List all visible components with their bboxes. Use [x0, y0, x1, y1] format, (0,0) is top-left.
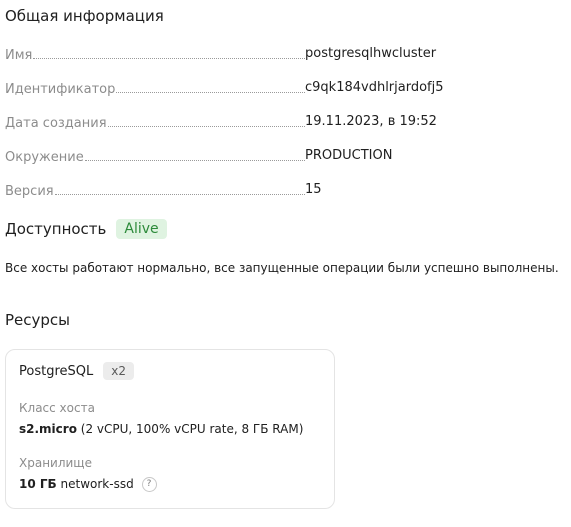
question-icon[interactable]: ? — [141, 477, 157, 492]
host-class-value: s2.micro (2 vCPU, 100% vCPU rate, 8 ГБ R… — [19, 422, 321, 436]
info-row-created: Дата создания — [5, 113, 305, 131]
cluster-overview-page: Общая информация Имя postgresqlhwcluster… — [0, 0, 571, 527]
version-value: 15 — [305, 182, 322, 197]
db-name: PostgreSQL — [19, 363, 94, 379]
storage-block: Хранилище 10 ГБ network-ssd ? — [19, 456, 321, 492]
dotted-leader — [116, 92, 305, 93]
availability-header: Доступность Alive — [5, 219, 167, 239]
info-label: Идентификатор — [5, 82, 116, 97]
info-row-version: Версия — [5, 181, 305, 199]
dotted-leader — [107, 126, 305, 127]
storage-value: 10 ГБ network-ssd ? — [19, 477, 321, 492]
host-class-label: Класс хоста — [19, 401, 95, 415]
storage-label: Хранилище — [19, 456, 92, 470]
availability-title: Доступность — [5, 220, 107, 238]
cluster-id-value: c9qk184vdhlrjardofj5 — [305, 80, 444, 95]
info-row-name: Имя — [5, 45, 305, 63]
general-info-title: Общая информация — [5, 7, 164, 25]
storage-type: network-ssd — [60, 477, 134, 491]
created-date-value: 19.11.2023, в 19:52 — [305, 114, 437, 129]
card-header: PostgreSQL x2 — [19, 362, 321, 380]
info-label: Дата создания — [5, 116, 107, 131]
environment-value: PRODUCTION — [305, 148, 393, 163]
host-class-name: s2.micro — [19, 422, 77, 436]
host-class-block: Класс хоста s2.micro (2 vCPU, 100% vCPU … — [19, 401, 321, 436]
info-row-environment: Окружение — [5, 147, 305, 165]
info-label: Окружение — [5, 150, 84, 165]
dotted-leader — [84, 160, 305, 161]
resource-card: PostgreSQL x2 Класс хоста s2.micro (2 vC… — [5, 349, 335, 509]
status-badge: Alive — [116, 219, 167, 239]
info-label: Имя — [5, 48, 33, 63]
host-count-badge: x2 — [103, 362, 134, 380]
dotted-leader — [54, 194, 305, 195]
cluster-name-value: postgresqlhwcluster — [305, 46, 437, 61]
dotted-leader — [33, 58, 305, 59]
storage-size: 10 ГБ — [19, 477, 57, 491]
host-class-details: (2 vCPU, 100% vCPU rate, 8 ГБ RAM) — [80, 422, 304, 436]
availability-description: Все хосты работают нормально, все запуще… — [5, 261, 559, 275]
info-row-id: Идентификатор — [5, 79, 305, 97]
resources-title: Ресурсы — [5, 311, 71, 329]
info-label: Версия — [5, 184, 54, 199]
